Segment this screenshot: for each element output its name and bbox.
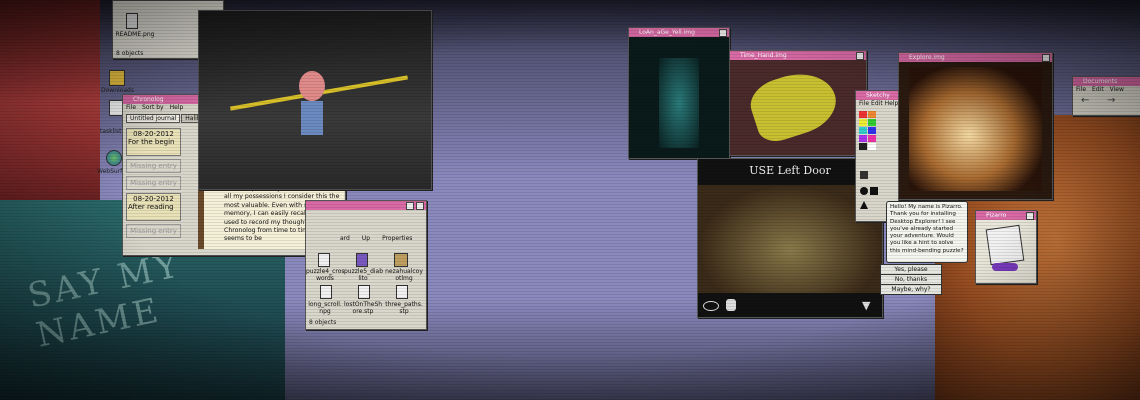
image-viewer-window: LoAn_aGe_Yell.img [628, 27, 730, 159]
entry-list: 08-20-2012 For the begin Missing entry M… [126, 128, 181, 238]
forward-arrow-icon[interactable]: → [1107, 95, 1115, 106]
notepad-file-icon[interactable] [320, 285, 332, 299]
documents-titlebar[interactable]: Documents [1073, 77, 1140, 86]
tab-untitled-journal[interactable]: Untitled journal [126, 114, 181, 123]
arrow-down-icon[interactable]: ▼ [862, 299, 870, 312]
square-tool-icon[interactable] [870, 187, 878, 195]
minimize-icon[interactable] [406, 202, 414, 210]
character-body [301, 101, 323, 135]
stamp-file-icon[interactable] [396, 285, 408, 299]
desktop-icon-label: WebSurf [97, 168, 123, 175]
color-swatch[interactable] [859, 119, 867, 126]
back-arrow-icon[interactable]: ← [1081, 95, 1089, 106]
close-icon[interactable] [1042, 54, 1050, 62]
image-file-icon[interactable] [394, 253, 408, 267]
menu-bar: File Edit Help [856, 100, 898, 108]
file-label: lostOnTheSh ore.stp [344, 301, 383, 315]
color-swatch[interactable] [868, 143, 876, 150]
menu-file[interactable]: File [859, 100, 869, 108]
file-icon[interactable] [126, 13, 138, 29]
menu-help[interactable]: Help [170, 104, 184, 112]
color-swatch[interactable] [868, 135, 876, 142]
list-item[interactable]: Missing entry [126, 176, 181, 190]
menu-edit[interactable]: Edit [1092, 86, 1104, 94]
color-swatch[interactable] [859, 127, 867, 134]
character-figure [299, 71, 325, 101]
close-icon[interactable] [719, 29, 727, 37]
image-titlebar[interactable]: LoAn_aGe_Yell.img [629, 28, 729, 37]
color-swatch[interactable] [859, 111, 867, 118]
pizarro-titlebar[interactable]: Pizarro [976, 211, 1036, 220]
pizarro-mascot-icon[interactable] [985, 224, 1025, 266]
file-label: three_paths. stp [385, 301, 423, 315]
lock-file-icon[interactable] [356, 253, 368, 267]
menu-view[interactable]: View [1110, 86, 1124, 94]
properties-button[interactable]: Properties [382, 235, 412, 242]
explore-titlebar[interactable]: Explore.img [899, 53, 1052, 62]
readme-label: README.png [115, 31, 155, 38]
pizarro-speech: Hello! My name is Pizarro. Thank you for… [890, 204, 964, 254]
color-swatch[interactable] [868, 111, 876, 118]
close-icon[interactable] [856, 52, 864, 60]
teal-figure-image [659, 58, 699, 148]
menu-file[interactable]: File [1076, 86, 1086, 94]
menu-edit[interactable]: Edit [871, 100, 883, 108]
cave-explorer-image [909, 67, 1042, 191]
color-swatch[interactable] [859, 135, 867, 142]
menu-sort[interactable]: Sort by [142, 104, 164, 112]
documents-window: Documents File Edit View ← → [1072, 76, 1140, 116]
eye-icon[interactable] [703, 301, 719, 311]
close-icon[interactable] [416, 202, 424, 210]
brush-icon[interactable] [860, 171, 868, 179]
explorer-titlebar[interactable] [306, 201, 426, 210]
list-item[interactable]: 08-20-2012 For the begin [126, 128, 181, 156]
toolbar: ard Up Properties [340, 235, 412, 242]
pizarro-window: Pizarro [975, 210, 1037, 284]
hand-titlebar[interactable]: Time_Hand.img [730, 51, 866, 60]
back-button[interactable]: ard [340, 235, 350, 242]
speech-bubble: Hello! My name is Pizarro. Thank you for… [886, 201, 968, 263]
color-palette [859, 111, 876, 150]
sketchy-titlebar[interactable]: Sketchy [856, 91, 898, 100]
desktop-icon-label: Downloads [101, 87, 134, 94]
notepad-icon[interactable] [109, 100, 123, 116]
close-icon[interactable] [1026, 212, 1034, 220]
menu-bar: File Edit View [1073, 86, 1140, 94]
explore-image-window: Explore.img [898, 52, 1053, 200]
file-label: puzzle4_cros words [306, 268, 345, 282]
window-title: Chronolog [133, 96, 164, 103]
list-item[interactable]: 08-20-2012 After reading [126, 193, 181, 221]
color-swatch[interactable] [868, 119, 876, 126]
hand-icon[interactable] [726, 299, 736, 311]
mascot-feet [992, 263, 1018, 271]
up-button[interactable]: Up [362, 235, 370, 242]
list-item[interactable]: Missing entry [126, 224, 181, 238]
file-label: puzzle5_diab lito [344, 268, 384, 282]
folder-icon[interactable] [109, 70, 125, 86]
left-red-wall [0, 0, 100, 205]
hand-image [744, 63, 844, 147]
globe-icon[interactable] [106, 150, 122, 166]
stamp-file-icon[interactable] [358, 285, 370, 299]
color-swatch[interactable] [868, 127, 876, 134]
menu-file[interactable]: File [126, 104, 136, 112]
menu-help[interactable]: Help [885, 100, 899, 108]
color-swatch[interactable] [859, 143, 867, 150]
list-item[interactable]: Missing entry [126, 159, 181, 173]
circle-tool-icon[interactable] [860, 187, 868, 195]
maybe-button[interactable]: Maybe, why? [880, 284, 942, 295]
hand-image-window: Time_Hand.img [729, 50, 867, 156]
file-explorer-window: ard Up Properties puzzle4_cros words puz… [305, 200, 427, 330]
puzzle-file-icon[interactable] [318, 253, 330, 267]
game-scene-window[interactable] [198, 10, 432, 190]
file-label: long_scroll. npg [308, 301, 342, 315]
triangle-tool-icon[interactable] [860, 201, 868, 209]
status-bar: 8 objects [116, 50, 144, 57]
file-label: nezahualcoy otlmg [385, 268, 423, 282]
status-bar: 8 objects [309, 319, 337, 326]
